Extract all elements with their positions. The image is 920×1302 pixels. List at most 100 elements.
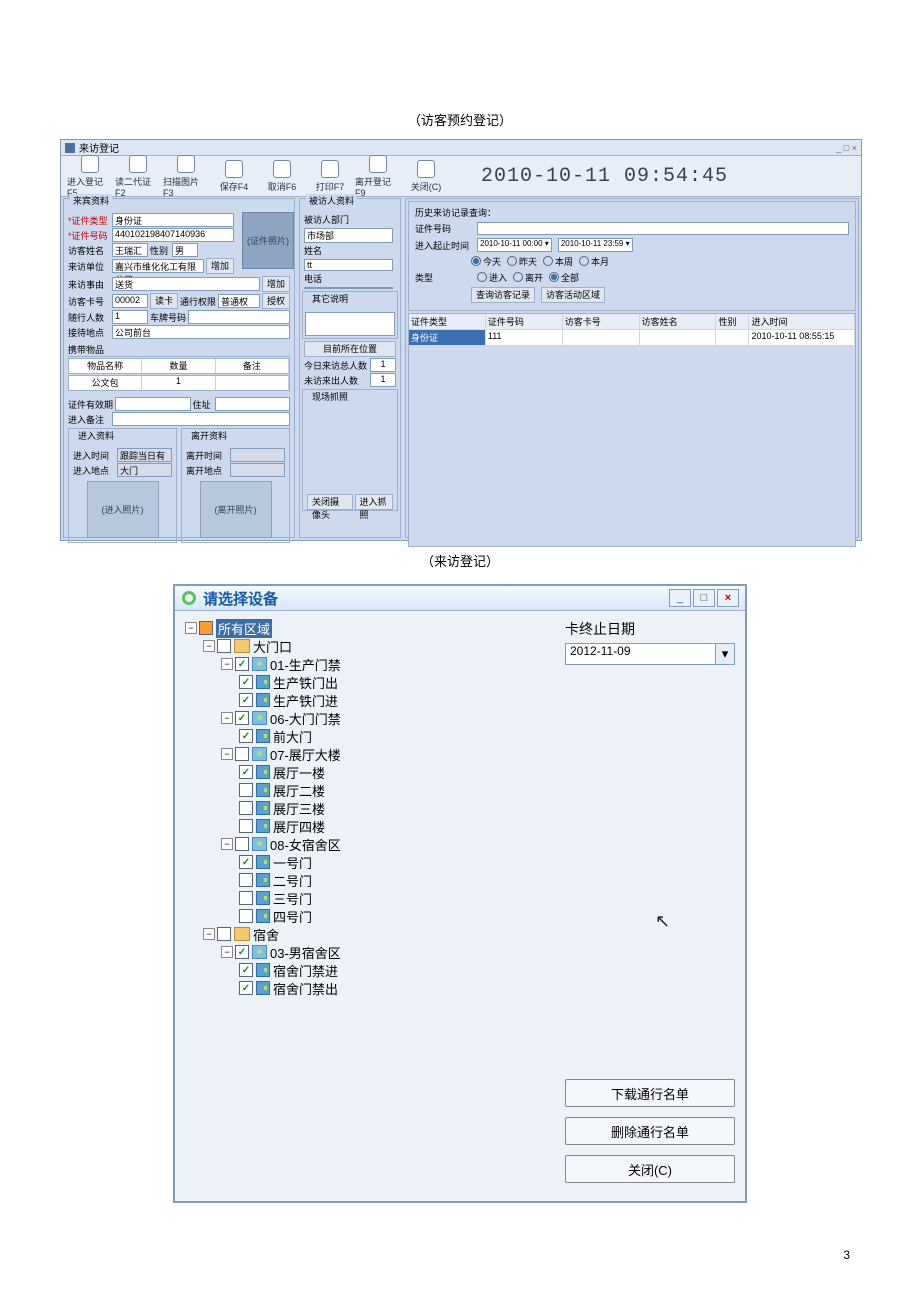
door-label[interactable]: 生产铁门进 [273, 691, 338, 710]
host-dept-combo[interactable]: 市场部 [304, 228, 393, 243]
name-input[interactable]: 王瑞汇 [112, 243, 148, 257]
door-label[interactable]: 前大门 [273, 727, 312, 746]
search-id-input[interactable] [477, 222, 849, 235]
enter-point-combo[interactable]: 大门 [117, 463, 172, 477]
dormarea-label[interactable]: 宿舍 [253, 925, 279, 944]
sex-combo[interactable]: 男 [172, 243, 198, 257]
door-label[interactable]: 二号门 [273, 871, 312, 890]
device-tree[interactable]: −所有区域 −大门口 −01-生产门禁 生产铁门出 生产铁门进 −06-大门门禁… [175, 611, 555, 1201]
r-week[interactable]: 本周 [543, 255, 573, 268]
r-leave[interactable]: 离开 [513, 271, 543, 284]
expander-icon[interactable]: − [221, 946, 233, 958]
expander-icon[interactable]: − [221, 748, 233, 760]
door-checkbox[interactable] [239, 765, 253, 779]
grant-button[interactable]: 授权 [262, 293, 290, 309]
history-row[interactable]: 身份证 111 2010-10-11 08:55:15 [409, 330, 855, 346]
tb-close[interactable]: 关闭(C) [403, 160, 449, 193]
card-end-date-value[interactable]: 2012-11-09 [565, 643, 716, 665]
door-label[interactable]: 展厅二楼 [273, 781, 325, 800]
expander-icon[interactable]: − [221, 658, 233, 670]
follow-input[interactable]: 1 [112, 310, 148, 324]
door-checkbox[interactable] [239, 783, 253, 797]
expander-icon[interactable]: − [203, 640, 215, 652]
id-type-combo[interactable]: 身份证 [112, 213, 234, 227]
door-checkbox[interactable] [239, 855, 253, 869]
door-label[interactable]: 宿舍门禁出 [273, 979, 338, 998]
read-card-button[interactable]: 读卡 [150, 293, 178, 309]
gate-label[interactable]: 大门口 [253, 637, 292, 656]
tb-cancel[interactable]: 取消F6 [259, 160, 305, 193]
dormarea-checkbox[interactable] [217, 927, 231, 941]
door-label[interactable]: 展厅一楼 [273, 763, 325, 782]
window-controls[interactable]: _ □ × [836, 143, 857, 153]
door-label[interactable]: 四号门 [273, 907, 312, 926]
tb-scan[interactable]: 扫描图片F3 [163, 155, 209, 198]
door-checkbox[interactable] [239, 693, 253, 707]
expander-icon[interactable]: − [221, 838, 233, 850]
restore-button[interactable]: □ [693, 589, 715, 607]
expander-icon[interactable]: − [185, 622, 197, 634]
r-enter[interactable]: 进入 [477, 271, 507, 284]
minimize-button[interactable]: _ [669, 589, 691, 607]
time-to-picker[interactable]: 2010-10-11 23:59 ▾ [558, 238, 633, 252]
chevron-down-icon[interactable]: ▾ [716, 643, 735, 665]
leave-time-combo[interactable] [230, 448, 285, 462]
leave-point-combo[interactable] [230, 463, 285, 477]
door-label[interactable]: 一号门 [273, 853, 312, 872]
r-yesterday[interactable]: 昨天 [507, 255, 537, 268]
tb-enter[interactable]: 进入登记F5 [67, 155, 113, 198]
root-checkbox[interactable] [199, 621, 213, 635]
take-shot-button[interactable]: 进入抓照 [355, 494, 393, 510]
download-list-button[interactable]: 下载通行名单 [565, 1079, 735, 1107]
plate-input[interactable] [188, 310, 290, 324]
add-unit-button[interactable]: 增加 [206, 258, 234, 274]
items-data-row[interactable]: 公文包1 [68, 375, 290, 391]
door-checkbox[interactable] [239, 963, 253, 977]
door-checkbox[interactable] [239, 891, 253, 905]
unit-combo[interactable]: 嘉兴市维化化工有限公司 [112, 259, 204, 273]
door-checkbox[interactable] [239, 819, 253, 833]
close-button[interactable]: × [717, 589, 739, 607]
dev06-label[interactable]: 06-大门门禁 [270, 709, 341, 728]
door-label[interactable]: 宿舍门禁进 [273, 961, 338, 980]
dev01-label[interactable]: 01-生产门禁 [270, 655, 341, 674]
door-checkbox[interactable] [239, 909, 253, 923]
expander-icon[interactable]: − [203, 928, 215, 940]
recv-input[interactable]: 公司前台 [112, 325, 290, 339]
valid-input[interactable] [115, 397, 191, 411]
tb-leave[interactable]: 离开登记F9 [355, 155, 401, 198]
tb-save[interactable]: 保存F4 [211, 160, 257, 193]
door-checkbox[interactable] [239, 801, 253, 815]
visitor-area-button[interactable]: 访客活动区域 [541, 287, 605, 303]
close-camera-button[interactable]: 关闭摄像头 [307, 494, 353, 510]
r-today[interactable]: 今天 [471, 255, 501, 268]
delete-list-button[interactable]: 删除通行名单 [565, 1117, 735, 1145]
r-all[interactable]: 全部 [549, 271, 579, 284]
dev03-checkbox[interactable] [235, 945, 249, 959]
door-label[interactable]: 展厅三楼 [273, 799, 325, 818]
enternote-input[interactable] [112, 412, 290, 426]
expander-icon[interactable]: − [221, 712, 233, 724]
door-checkbox[interactable] [239, 675, 253, 689]
root-label[interactable]: 所有区域 [216, 619, 272, 638]
tb-read-id[interactable]: 读二代证F2 [115, 155, 161, 198]
r-month[interactable]: 本月 [579, 255, 609, 268]
card-input[interactable]: 00002 [112, 294, 148, 308]
dev08-checkbox[interactable] [235, 837, 249, 851]
enter-time-combo[interactable]: 跟踪当日有效 [117, 448, 172, 462]
dev06-checkbox[interactable] [235, 711, 249, 725]
host-name-combo[interactable]: tt [304, 259, 393, 271]
tb-print[interactable]: 打印F7 [307, 160, 353, 193]
host-tel-input[interactable] [304, 287, 393, 289]
dev03-label[interactable]: 03-男宿舍区 [270, 943, 341, 962]
dev08-label[interactable]: 08-女宿舍区 [270, 835, 341, 854]
reason-combo[interactable]: 送货 [112, 277, 260, 291]
door-checkbox[interactable] [239, 981, 253, 995]
dev07-checkbox[interactable] [235, 747, 249, 761]
card-end-date-combo[interactable]: 2012-11-09 ▾ [565, 643, 735, 665]
door-label[interactable]: 展厅四楼 [273, 817, 325, 836]
door-label[interactable]: 三号门 [273, 889, 312, 908]
id-num-input[interactable]: 440102198407140936 [112, 228, 234, 242]
door-checkbox[interactable] [239, 729, 253, 743]
other-note-input[interactable] [305, 312, 395, 336]
